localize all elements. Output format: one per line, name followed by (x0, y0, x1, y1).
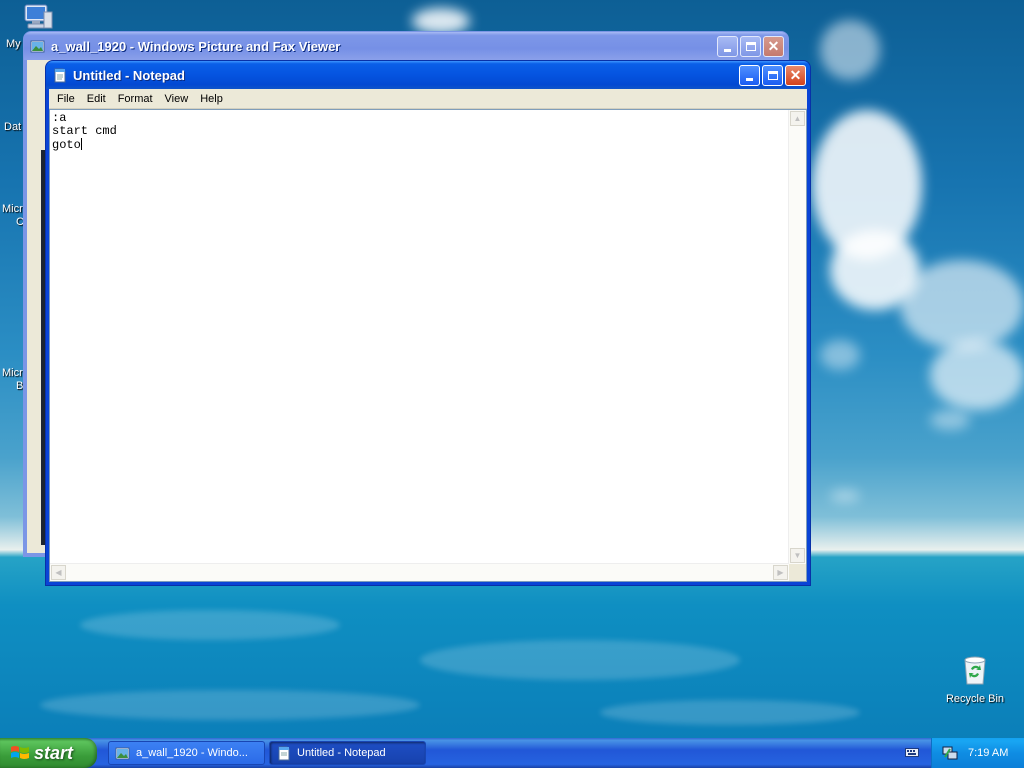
taskbar-item-picture-viewer[interactable]: a_wall_1920 - Windo... (108, 741, 265, 765)
scroll-right-button[interactable]: ▶ (773, 565, 788, 580)
windows-flag-icon (11, 746, 29, 759)
menu-bar: File Edit Format View Help (49, 89, 807, 109)
taskbar: start a_wall_1920 - Windo... Untitled - … (0, 738, 1024, 768)
picture-viewer-icon (115, 747, 130, 759)
scroll-left-button[interactable]: ◀ (51, 565, 66, 580)
recycle-bin-label: Recycle Bin (945, 693, 1005, 705)
editor-text[interactable]: :a start cmd goto (52, 112, 788, 563)
start-button[interactable]: start (0, 738, 97, 768)
arrow-down-icon: ▼ (793, 551, 802, 560)
maximize-button[interactable] (740, 35, 761, 57)
picture-viewer-title: a_wall_1920 - Windows Picture and Fax Vi… (51, 38, 341, 54)
notepad-icon (54, 68, 66, 82)
menu-help[interactable]: Help (194, 93, 229, 105)
cloud (930, 410, 970, 430)
arrow-right-icon: ▶ (777, 568, 784, 577)
clock[interactable]: 7:19 AM (968, 747, 1008, 759)
minimize-button[interactable] (739, 64, 760, 86)
recycle-bin-icon (964, 656, 986, 685)
desktop-icon-label[interactable]: Dat (4, 121, 21, 133)
cloud (830, 490, 860, 502)
my-computer-icon (24, 4, 53, 29)
text-caret (80, 138, 82, 150)
desktop-icon-label[interactable]: My (6, 38, 21, 50)
keyboard-icon[interactable] (905, 746, 919, 758)
picture-viewer-icon (30, 40, 45, 52)
close-button[interactable]: ✕ (785, 64, 806, 86)
close-icon: ✕ (789, 67, 802, 83)
picture-viewer-titlebar[interactable]: a_wall_1920 - Windows Picture and Fax Vi… (24, 32, 788, 60)
taskbar-item-notepad[interactable]: Untitled - Notepad (269, 741, 426, 765)
horizontal-scrollbar[interactable]: ◀ ▶ (50, 563, 789, 581)
text-line: start cmd (52, 124, 117, 138)
start-label: start (34, 742, 74, 763)
close-button[interactable]: ✕ (763, 35, 784, 57)
arrow-up-icon: ▲ (793, 114, 802, 123)
cloud (900, 260, 1024, 350)
recycle-bin[interactable]: Recycle Bin (944, 654, 1006, 705)
notepad-title: Untitled - Notepad (73, 67, 185, 83)
text-editor[interactable]: :a start cmd goto ▲ ▼ ◀ ▶ (49, 109, 807, 582)
text-line: :a (52, 111, 67, 125)
cloud (820, 20, 880, 80)
sea-glint (420, 640, 740, 680)
size-grip[interactable] (789, 564, 806, 581)
notepad-icon (278, 746, 290, 760)
menu-view[interactable]: View (159, 93, 195, 105)
cloud (820, 340, 860, 370)
vertical-scrollbar[interactable]: ▲ ▼ (788, 110, 806, 564)
minimize-button[interactable] (717, 35, 738, 57)
close-icon: ✕ (767, 38, 780, 54)
sea-glint (40, 690, 420, 720)
text-line-current: goto (52, 138, 788, 152)
taskbar-item-label: Untitled - Notepad (297, 747, 386, 759)
notepad-window[interactable]: Untitled - Notepad ✕ File Edit Format Vi… (45, 60, 811, 586)
system-tray: 7:19 AM (931, 738, 1024, 768)
notepad-titlebar[interactable]: Untitled - Notepad ✕ (46, 61, 810, 89)
menu-format[interactable]: Format (112, 93, 159, 105)
text-line: goto (52, 138, 81, 152)
sea-glint (600, 700, 860, 725)
sea-glint (80, 610, 340, 640)
arrow-left-icon: ◀ (55, 568, 62, 577)
taskbar-item-label: a_wall_1920 - Windo... (136, 747, 248, 759)
scroll-up-button[interactable]: ▲ (790, 111, 805, 126)
minimize-icon (724, 48, 731, 52)
maximize-button[interactable] (762, 64, 783, 86)
maximize-icon (767, 70, 778, 80)
maximize-icon (745, 41, 756, 51)
scroll-down-button[interactable]: ▼ (790, 548, 805, 563)
menu-file[interactable]: File (51, 93, 81, 105)
minimize-icon (746, 77, 753, 81)
network-icon[interactable] (942, 745, 958, 761)
cloud (930, 340, 1024, 410)
menu-edit[interactable]: Edit (81, 93, 112, 105)
